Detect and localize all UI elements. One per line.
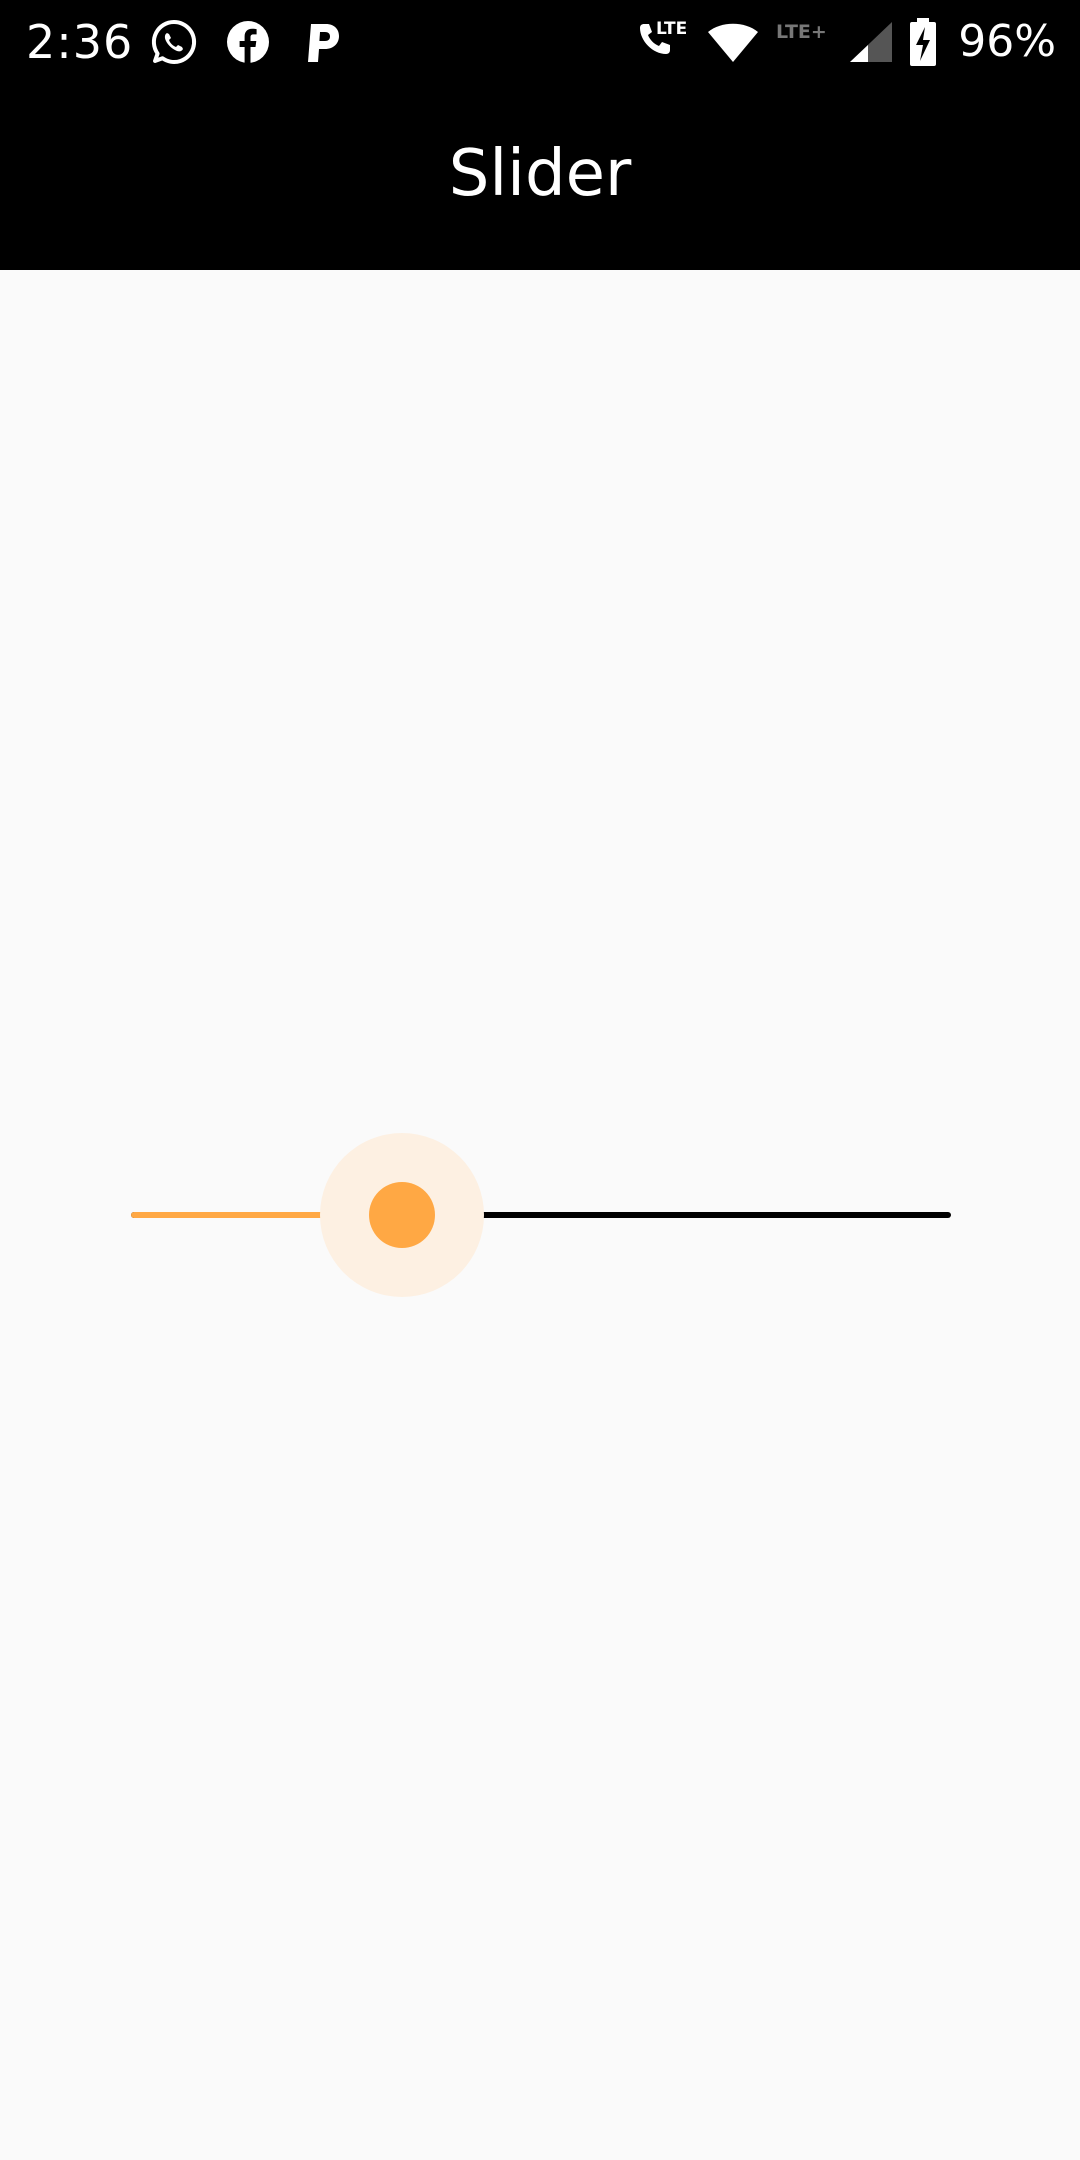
battery-percentage: 96%: [958, 16, 1056, 67]
slider-thumb[interactable]: [368, 1182, 435, 1248]
battery-charging-icon: [910, 18, 937, 66]
wifi-icon: [708, 23, 759, 62]
lte-plus-icon: LTE+: [776, 21, 827, 43]
status-time: 2:36: [26, 15, 134, 69]
lte-plus-label: LTE+: [776, 21, 827, 43]
p-app-icon: [308, 24, 339, 62]
page-title: Slider: [448, 137, 632, 211]
whatsapp-icon: [151, 19, 197, 64]
volte-label: LTE: [656, 19, 687, 39]
cell-signal-icon: [850, 22, 893, 62]
slider[interactable]: [131, 1133, 951, 1297]
facebook-icon: [227, 21, 269, 63]
status-bar: 2:36 LTE LTE+ 96%: [0, 0, 1080, 84]
notification-icons: [150, 18, 346, 66]
volte-call-icon: LTE: [640, 19, 687, 54]
app-bar: Slider: [0, 84, 1080, 270]
system-status-icons: LTE LTE+ 96%: [634, 14, 1056, 70]
